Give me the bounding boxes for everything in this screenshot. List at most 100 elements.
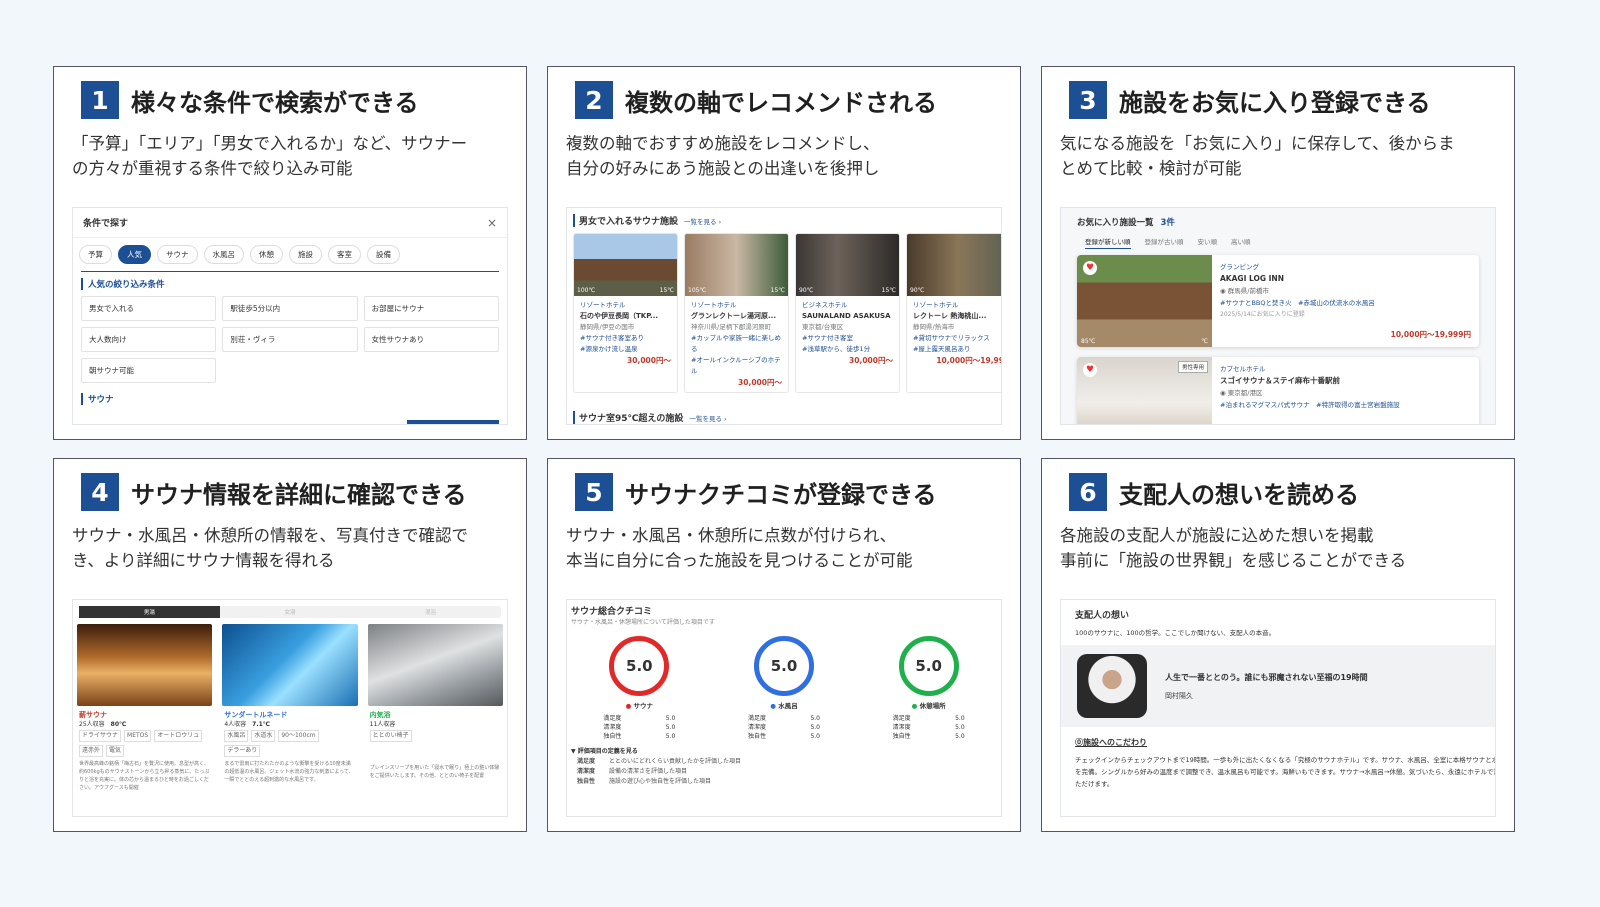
- feature-title: 様々な条件で検索ができる: [131, 88, 419, 117]
- review-title: サウナ総合クチコミ: [571, 607, 653, 617]
- metric-label: 独自性: [892, 733, 911, 740]
- hotel-tag: #浅草駅から、徒歩1分: [802, 345, 871, 353]
- facility-tags: #サウナとBBQと焚き火 #赤城山の伏流水の水風呂: [1220, 299, 1375, 307]
- feature-title: サウナ情報を詳細に確認できる: [131, 480, 467, 509]
- hotel-card[interactable]: 105℃ 15℃ リゾートホテル グランレクトーレ湯河原... 神奈川県/足柄下…: [684, 233, 789, 393]
- feature-description: サウナ・水風呂・休憩所の情報を、写真付きで確認で き、より詳細にサウナ情報を得れ…: [72, 523, 512, 573]
- tab-cold-bath[interactable]: 水風呂: [203, 245, 244, 264]
- hotel-location: 神奈川県/足柄下郡湯河原町: [691, 323, 772, 331]
- hotel-card[interactable]: 100℃ 15℃ リゾートホテル 石のや伊豆長岡（TKP... 静岡県/伊豆の国…: [573, 233, 678, 393]
- desc-line: 各施設の支配人が施設に込めた想いを掲載: [1060, 526, 1374, 545]
- sauna-detail-screenshot: 男湯 女湯 混浴 薪サウナ 25人収容 80℃ ドライサウナ METOS オート…: [72, 599, 508, 817]
- manager-message-headline: 人生で一番ととのう。誰にも邪魔されない至福の19時間: [1165, 672, 1368, 682]
- tab-facility[interactable]: 施設: [289, 245, 322, 264]
- favorite-item[interactable]: ♥ 85℃ ℃ グランピング AKAGI LOG INN ◉ 群馬県/前橋市 #…: [1077, 255, 1479, 347]
- favorite-item[interactable]: ♥ 男性専用 カプセルホテル スゴイサウナ＆ステイ麻布十番駅前 ◉ 東京都/港区…: [1077, 357, 1479, 424]
- feature-description: サウナ・水風呂・休憩所に点数が付けられ、 本当に自分に合った施設を見つけることが…: [566, 523, 1006, 573]
- metric-label: 清潔度: [892, 724, 911, 731]
- metric-label: 満足度: [747, 715, 766, 722]
- tab-equipment[interactable]: 設備: [367, 245, 400, 264]
- tab-rest[interactable]: 休憩: [250, 245, 283, 264]
- info-tag: 遠赤外: [79, 745, 104, 757]
- info-tag: ドライサウナ: [79, 730, 122, 742]
- tab-sauna[interactable]: サウナ: [157, 245, 198, 264]
- feature-title: 支配人の想いを読める: [1119, 480, 1359, 509]
- facility-commitment-text: チェックインからチェックアウトまで19時間。一歩も外に出たくなくなる「究極のサウ…: [1075, 756, 1496, 788]
- filter-chip[interactable]: 女性サウナあり: [363, 327, 499, 352]
- hotel-price: 30,000円～: [627, 356, 671, 365]
- manager-name: 岡村陽久: [1165, 691, 1193, 700]
- hotel-tag: #サウナ付き客室あり: [580, 334, 644, 342]
- feature-card-4: 4 サウナ情報を詳細に確認できる サウナ・水風呂・休憩所の情報を、写真付きで確認…: [53, 458, 527, 832]
- hotel-card[interactable]: 90℃ 15℃ ビジネスホテル SAUNALAND ASAKUSA 東京都/台東…: [795, 233, 900, 393]
- tab-mixed-bath[interactable]: 混浴: [360, 606, 501, 618]
- hotel-carousel: 100℃ 15℃ リゾートホテル 石のや伊豆長岡（TKP... 静岡県/伊豆の国…: [567, 233, 1001, 393]
- filter-chip[interactable]: 駅徒歩5分以内: [222, 296, 358, 321]
- filter-chip[interactable]: 大人数向け: [81, 327, 217, 352]
- tab-mens-bath[interactable]: 男湯: [79, 606, 220, 618]
- review-subtitle: サウナ・水風呂・休憩場所について評価した項目です: [571, 619, 715, 626]
- feature-number: 6: [1069, 473, 1107, 511]
- desc-line: の方々が重視する条件で絞り込み可能: [72, 159, 353, 178]
- desc-line: サウナ・水風呂・休憩所に点数が付けられ、: [566, 526, 897, 545]
- desc-line: 「予算」「エリア」「男女で入れるか」など、サウナー: [72, 134, 468, 153]
- desc-line: とめて比較・検討が可能: [1060, 159, 1242, 178]
- hotel-price: 10,000円～19,99: [936, 356, 1002, 365]
- filter-chip[interactable]: 別荘・ヴィラ: [222, 327, 358, 352]
- sort-oldest[interactable]: 登録が古い順: [1145, 236, 1184, 249]
- info-tag: オートロウリュ: [154, 730, 203, 742]
- hotel-photo: 105℃ 15℃: [685, 234, 788, 296]
- sauna-description: 世界最高峰の銘柄「梅古石」を贅沢に使用。息型が高く、約600kgものサウナストー…: [79, 761, 210, 791]
- feature-description: 複数の軸でおすすめ施設をレコメンドし、 自分の好みにあう施設との出逢いを後押し: [566, 131, 1006, 181]
- apply-button[interactable]: [407, 420, 499, 424]
- sort-newest[interactable]: 登録が新しい順: [1085, 236, 1131, 249]
- pin-icon: ◉: [1220, 287, 1228, 295]
- feature-card-3: 3 施設をお気に入り登録できる 気になる施設を「お気に入り」に保存して、後からま…: [1041, 66, 1515, 440]
- sauna-temp: 105℃: [688, 287, 707, 294]
- desc-line: き、より詳細にサウナ情報を得れる: [72, 551, 335, 570]
- close-icon[interactable]: ×: [487, 216, 497, 230]
- score-label: サウナ: [633, 702, 654, 710]
- definition-text: 施設の遊び心や独自性を評価した項目: [609, 778, 712, 785]
- tab-popular[interactable]: 人気: [118, 245, 151, 264]
- water-temp: ℃: [1201, 338, 1208, 345]
- score-ring: 5.0: [609, 636, 670, 696]
- cold-bath-photo: [222, 624, 358, 706]
- definition-text: ととのいにどれくらい貢献したかを評価した項目: [609, 758, 741, 765]
- hotel-card[interactable]: 90℃ リゾートホテル レクトーレ 熱海桃山... 静岡県/熱海市 #貸切サウナ…: [906, 233, 1002, 393]
- heart-icon[interactable]: ♥: [1083, 363, 1097, 377]
- tab-room[interactable]: 客室: [328, 245, 361, 264]
- desc-line: 本当に自分に合った施設を見つけることが可能: [566, 551, 913, 570]
- capacity: 11人収容: [369, 721, 396, 728]
- hotel-tag: #カップルや家族一緒に楽しめる: [691, 334, 781, 353]
- definitions-toggle[interactable]: ▼ 評価項目の定義を見る: [571, 747, 997, 757]
- capacity: 4人収容: [224, 721, 247, 728]
- metric-value: 5.0: [810, 724, 820, 731]
- feature-title: 複数の軸でレコメンドされる: [625, 88, 937, 117]
- facility-name: スゴイサウナ＆ステイ麻布十番駅前: [1220, 376, 1340, 385]
- card-header: 6 支配人の想いを読める: [1069, 473, 1359, 511]
- see-all-link[interactable]: 一覧を見る ›: [684, 216, 721, 226]
- filter-chip[interactable]: 男女で入れる: [81, 296, 217, 321]
- filter-chip[interactable]: お部屋にサウナ: [363, 296, 499, 321]
- badge-men-only: 男性専用: [1177, 361, 1208, 373]
- feature-number: 1: [81, 81, 119, 119]
- filter-tabs: 予算 人気 サウナ 水風呂 休憩 施設 客室 設備: [73, 238, 507, 271]
- heart-icon[interactable]: ♥: [1083, 261, 1097, 275]
- sort-cheapest[interactable]: 安い順: [1198, 236, 1218, 249]
- tab-budget[interactable]: 予算: [79, 245, 112, 264]
- sort-expensive[interactable]: 高い順: [1231, 236, 1251, 249]
- sauna-temp: 90℃: [799, 287, 814, 294]
- desc-line: 自分の好みにあう施設との出逢いを後押し: [566, 159, 880, 178]
- info-tag: 水風呂: [224, 730, 249, 742]
- temperature: 7.1℃: [252, 721, 271, 728]
- filter-chip[interactable]: 朝サウナ可能: [81, 358, 217, 383]
- feature-description: 気になる施設を「お気に入り」に保存して、後からま とめて比較・検討が可能: [1060, 131, 1500, 181]
- favorites-count: 3件: [1160, 218, 1175, 228]
- card-header: 3 施設をお気に入り登録できる: [1069, 81, 1431, 119]
- search-panel-header: 条件で探す ×: [73, 208, 507, 238]
- rest-area-name: 内気浴: [369, 711, 391, 719]
- favorites-title: お気に入り施設一覧: [1077, 218, 1154, 228]
- see-all-link[interactable]: 一覧を見る ›: [689, 413, 726, 423]
- tab-womens-bath[interactable]: 女湯: [220, 606, 361, 618]
